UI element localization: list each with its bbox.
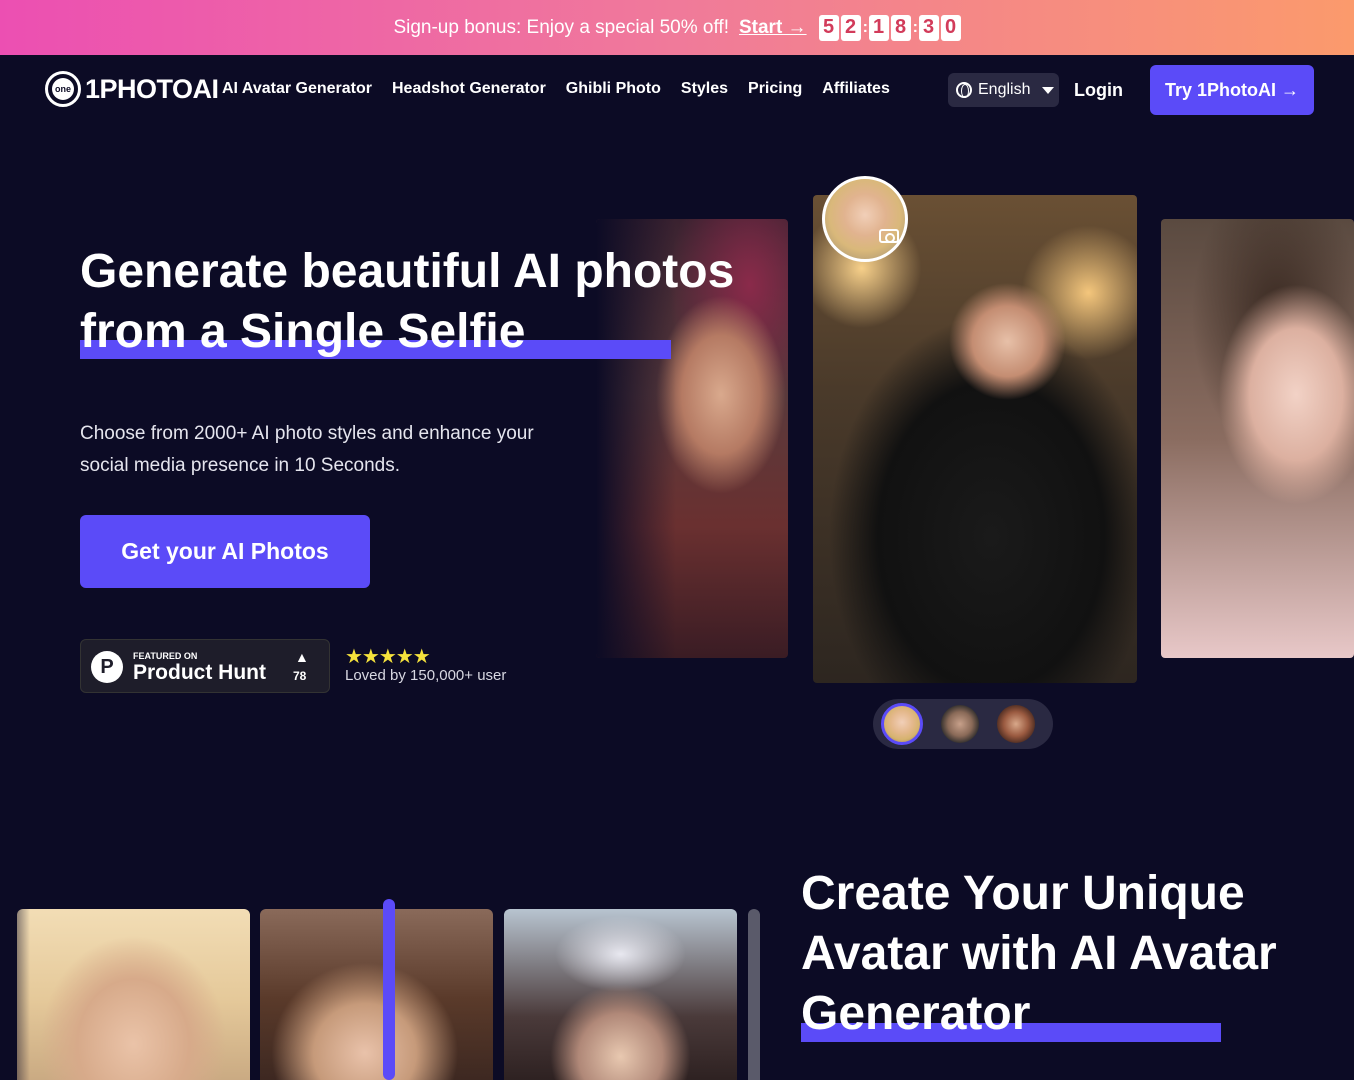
hero-subtitle: Choose from 2000+ AI photo styles and en… (80, 423, 534, 476)
hero-image-right (1161, 219, 1354, 658)
language-selector[interactable]: English (948, 73, 1059, 107)
gallery-fade (0, 900, 30, 1080)
nav-link-headshot-generator[interactable]: Headshot Generator (392, 80, 546, 98)
nav-link-affiliates[interactable]: Affiliates (822, 80, 890, 98)
promo-text: Sign-up bonus: Enjoy a special 50% off! (393, 16, 729, 38)
compare-slider-handle[interactable] (383, 899, 395, 1080)
promo-start-link[interactable]: Start → (739, 17, 807, 39)
section-title: Create Your Unique Avatar with AI Avatar… (801, 867, 1277, 1040)
logo[interactable]: one 1PHOTOAI (45, 71, 219, 107)
avatar-option-2[interactable] (941, 705, 979, 743)
product-hunt-logo: P (91, 651, 123, 683)
selfie-avatar (822, 176, 908, 262)
countdown-timer: 5 2 : 1 8 : 3 0 (818, 14, 961, 41)
product-hunt-featured-label: FEATURED ON (133, 651, 198, 661)
hero-title: Generate beautiful AI photos from a Sing… (80, 245, 735, 358)
logo-text: 1PHOTOAI (85, 73, 219, 104)
globe-icon (956, 82, 972, 98)
logo-mark: one (45, 71, 81, 107)
product-hunt-count: 78 (293, 669, 307, 683)
avatar-sample-card (260, 909, 493, 1080)
hero-image-main (813, 195, 1137, 683)
product-hunt-name: Product Hunt (133, 661, 266, 684)
main-nav: AI Avatar Generator Headshot Generator G… (222, 80, 890, 98)
promo-banner: Sign-up bonus: Enjoy a special 50% off! … (0, 0, 1354, 55)
loved-by-text: Loved by 150,000+ user (345, 667, 507, 684)
timer-digit: 5 (818, 14, 839, 41)
language-label: English (978, 81, 1031, 98)
timer-digit: 3 (918, 14, 939, 41)
timer-separator: : (912, 18, 918, 36)
get-ai-photos-button[interactable]: Get your AI Photos (80, 515, 370, 588)
avatar-sample-card (504, 909, 737, 1080)
arrow-up-icon: ▲ (295, 649, 309, 665)
avatar-option-1[interactable] (881, 703, 923, 745)
rating-stars: ★★★★★ (345, 646, 431, 668)
nav-link-pricing[interactable]: Pricing (748, 80, 802, 98)
timer-digit: 1 (868, 14, 889, 41)
timer-separator: : (862, 18, 868, 36)
chevron-down-icon (1042, 86, 1055, 94)
camera-icon (876, 226, 902, 246)
avatar-option-3[interactable] (997, 705, 1035, 743)
try-1photoai-button[interactable]: Try 1PhotoAI → (1150, 65, 1314, 115)
login-link[interactable]: Login (1074, 80, 1123, 101)
avatar-sample-card (17, 909, 250, 1080)
nav-link-ai-avatar-generator[interactable]: AI Avatar Generator (222, 80, 372, 98)
avatar-switcher (873, 699, 1053, 749)
timer-digit: 2 (840, 14, 861, 41)
timer-digit: 8 (890, 14, 911, 41)
nav-link-ghibli-photo[interactable]: Ghibli Photo (566, 80, 661, 98)
logo-badge: one (52, 78, 74, 100)
product-hunt-badge[interactable]: P FEATURED ON Product Hunt ▲ 78 (80, 639, 330, 693)
avatar-sample-card (748, 909, 760, 1080)
nav-link-styles[interactable]: Styles (681, 80, 728, 98)
timer-digit: 0 (940, 14, 961, 41)
